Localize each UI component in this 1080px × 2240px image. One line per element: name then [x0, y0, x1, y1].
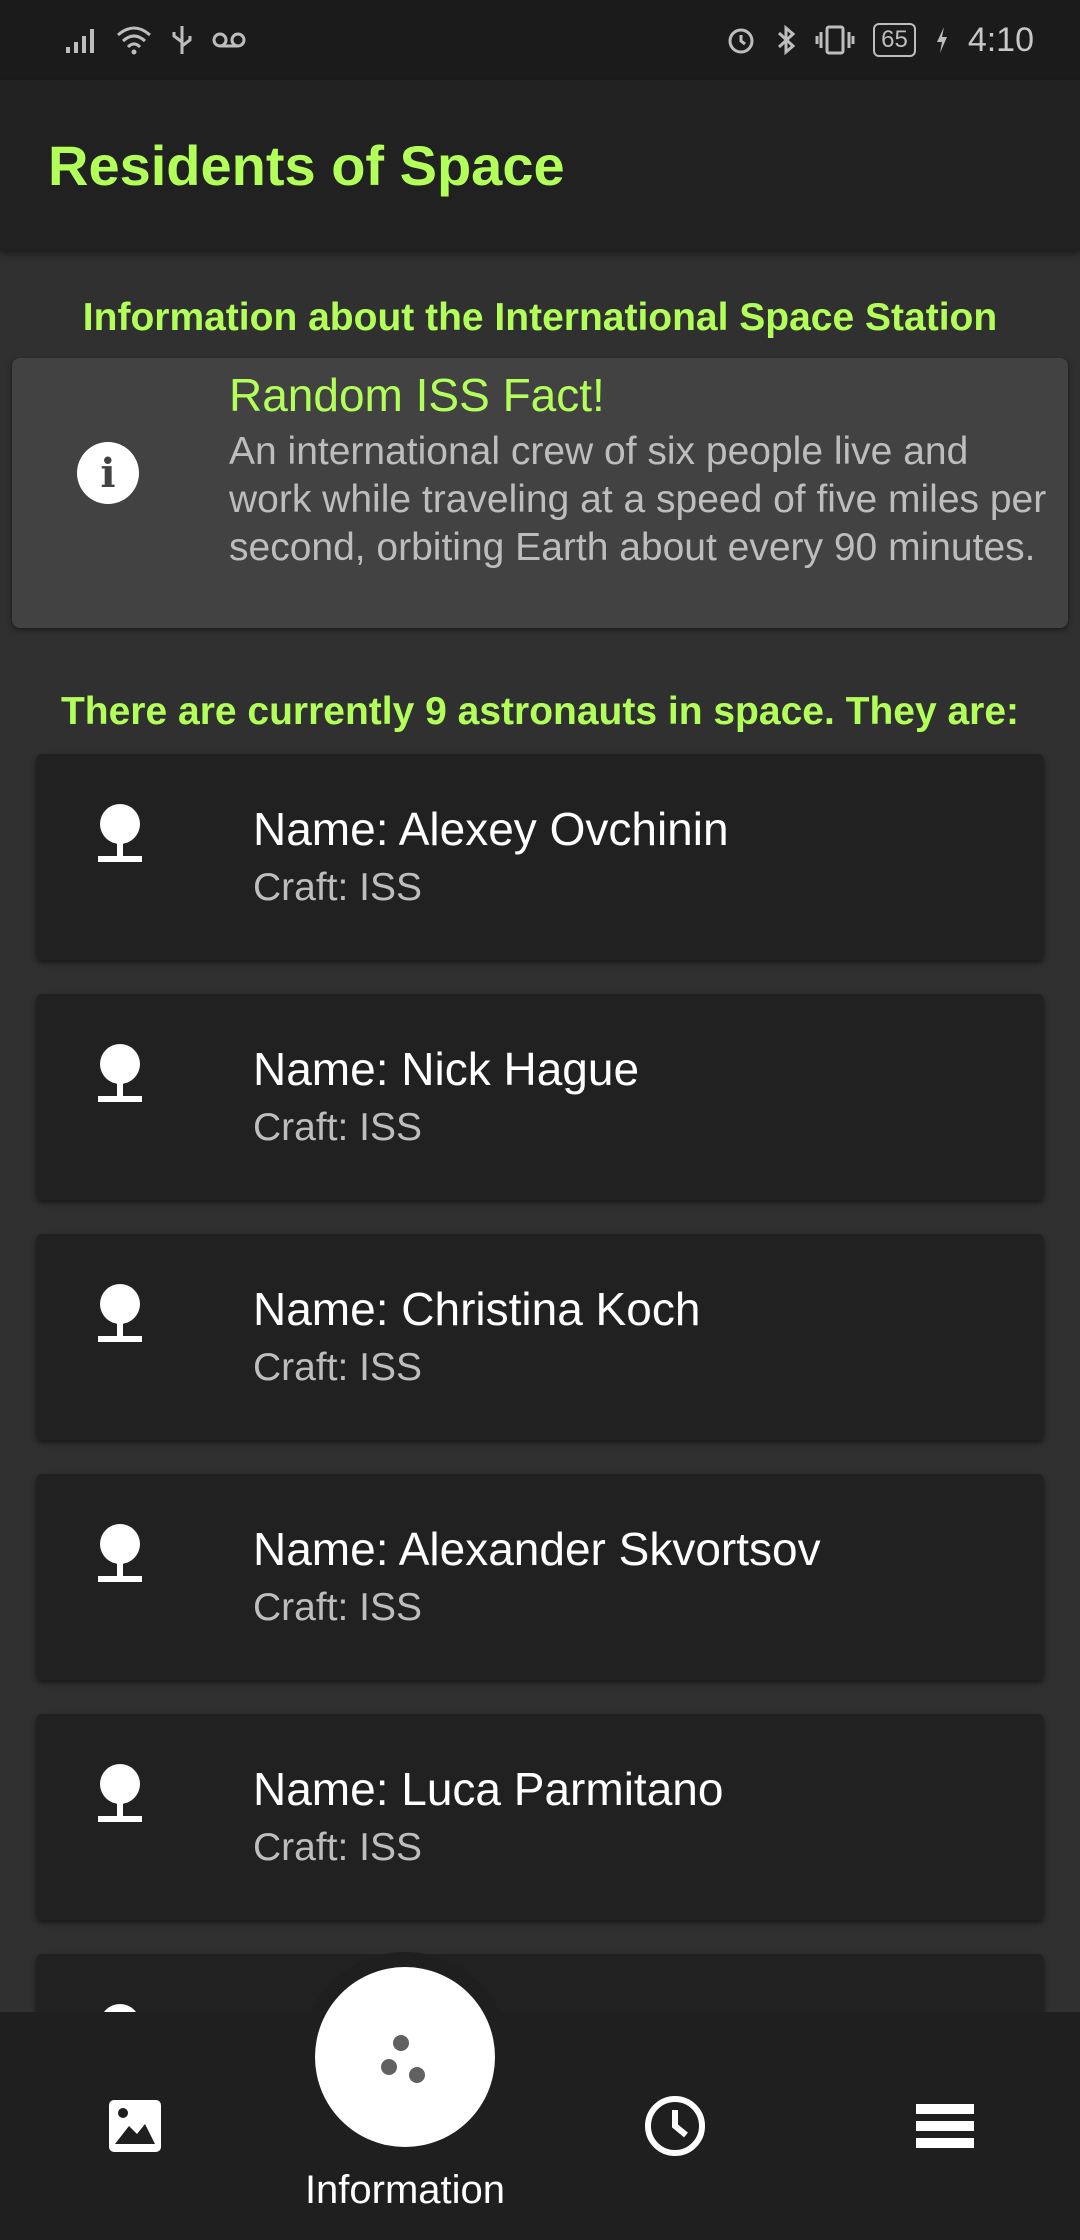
fact-title: Random ISS Fact!: [229, 369, 605, 421]
astronaut-craft: Craft: ISS: [253, 1346, 423, 1389]
charging-icon: [936, 27, 947, 53]
nav-information-label[interactable]: Information: [255, 2168, 555, 2213]
astronaut-craft: Craft: ISS: [253, 866, 423, 909]
status-left-icons: [64, 24, 246, 56]
list-item[interactable]: Name: Christina Koch Craft: ISS: [36, 1234, 1044, 1440]
wifi-icon: [117, 26, 151, 55]
astronaut-name: Name: Alexander Skvortsov: [253, 1523, 821, 1575]
person-icon: [98, 1524, 142, 1582]
nav-gallery[interactable]: [60, 2012, 210, 2240]
list-item[interactable]: Name: Nick Hague Craft: ISS: [36, 994, 1044, 1200]
status-right-icons: 65 4:10: [725, 21, 1034, 60]
fact-body: An international crew of six people live…: [229, 430, 1047, 569]
astronaut-name: Name: Christina Koch: [253, 1283, 701, 1335]
vibrate-icon: [815, 25, 855, 55]
nav-information-button[interactable]: [315, 1967, 495, 2147]
list-item-partial[interactable]: [36, 1954, 1044, 2012]
iss-heading: Information about the International Spac…: [82, 296, 998, 339]
status-bar: 65 4:10: [0, 0, 1080, 80]
battery-icon: 65: [873, 23, 916, 57]
image-icon: [107, 2098, 163, 2154]
clock-icon: [644, 2095, 706, 2157]
astronaut-name: Name: Luca Parmitano: [253, 1763, 724, 1815]
astronaut-name: Name: Alexey Ovchinin: [253, 803, 729, 855]
crew-heading: There are currently 9 astronauts in spac…: [60, 690, 1020, 733]
person-icon: [98, 1044, 142, 1102]
astronaut-name: Name: Nick Hague: [253, 1043, 640, 1095]
list-item[interactable]: Name: Luca Parmitano Craft: ISS: [36, 1714, 1044, 1920]
astronaut-craft: Craft: ISS: [253, 1826, 423, 1869]
person-icon: [98, 804, 142, 862]
signal-icon: [66, 29, 94, 53]
main-content[interactable]: Information about the International Spac…: [0, 250, 1080, 2012]
astronaut-craft: Craft: ISS: [253, 1586, 423, 1629]
list-item[interactable]: Name: Alexander Skvortsov Craft: ISS: [36, 1474, 1044, 1680]
person-icon: [104, 2004, 136, 2012]
app-bar: Residents of Space: [0, 80, 1080, 250]
voicemail-icon: [212, 32, 246, 48]
person-icon: [98, 1284, 142, 1342]
info-icon: i: [77, 442, 139, 504]
nav-menu[interactable]: [870, 2012, 1020, 2240]
status-time: 4:10: [967, 20, 1034, 59]
person-icon: [98, 1764, 142, 1822]
bluetooth-icon: [778, 24, 796, 56]
iss-fact-card: i Random ISS Fact! An international crew…: [12, 358, 1068, 628]
menu-icon: [916, 2104, 974, 2148]
nav-history[interactable]: [600, 2012, 750, 2240]
page-title: Residents of Space: [48, 133, 565, 197]
usb-icon: [172, 26, 192, 54]
list-item[interactable]: Name: Alexey Ovchinin Craft: ISS: [36, 754, 1044, 960]
alarm-icon: [728, 28, 754, 54]
astronaut-craft: Craft: ISS: [253, 1106, 423, 1149]
